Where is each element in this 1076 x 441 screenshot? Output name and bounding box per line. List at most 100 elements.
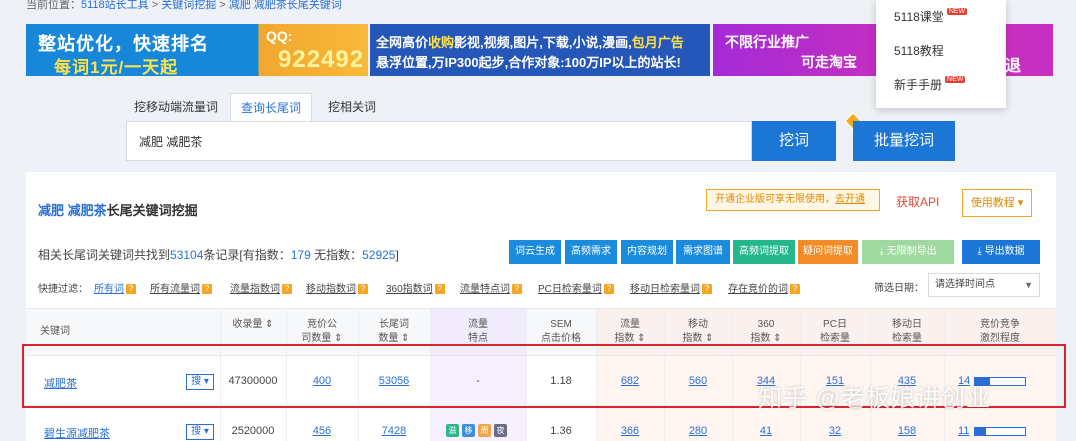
breadcrumb-item-tools[interactable]: 5118站长工具: [81, 0, 149, 11]
action-label: 疑问词提取: [803, 246, 853, 257]
filter-label-text: 所有词: [94, 284, 124, 295]
promo-text: 开通企业版可享无限使用，: [715, 194, 835, 205]
filter-label-text: 流量特点词: [460, 284, 510, 295]
th-line1: 流量: [620, 319, 640, 330]
filter-label: 快捷过滤：: [38, 284, 88, 295]
ad-banner-purchase[interactable]: 全网高价收购影视,视频,图片,下载,小说,漫画,包月广告 悬浮位置,万IP300…: [370, 24, 710, 76]
mobile-index-link[interactable]: 280: [664, 425, 732, 437]
panel-title: 减肥 减肥茶长尾关键词挖掘: [38, 200, 198, 219]
help-icon[interactable]: ?: [790, 284, 800, 295]
help-icon[interactable]: ?: [358, 284, 368, 295]
th-line1: SEM: [550, 319, 572, 330]
ad-seo-qq-number: 922492: [278, 46, 365, 73]
batch-dig-button[interactable]: 批量挖词: [853, 121, 955, 161]
ad-purchase-text-b: 影视,视频,图片,下载,小说,漫画,: [454, 35, 632, 50]
th-line1: 收录量 ⇕: [232, 319, 274, 330]
filter-traffic-feature[interactable]: 流量特点词?: [460, 280, 522, 295]
breadcrumb-item-keyword-mining[interactable]: 关键词挖掘: [161, 0, 216, 11]
action-label: 无限制导出: [886, 246, 937, 257]
high-freq-extract-button[interactable]: 高频词提取: [733, 240, 795, 264]
date-select[interactable]: 请选择时间点 ▼: [928, 273, 1040, 297]
mobile-daily-link[interactable]: 158: [870, 425, 944, 437]
high-freq-demand-button[interactable]: 高频需求: [565, 240, 617, 264]
th-line1: 竞价竞争: [980, 319, 1020, 330]
help-icon[interactable]: ?: [603, 284, 614, 295]
ad-seo-line2: 每词1元/一天起: [54, 58, 179, 76]
tab-mobile-traffic[interactable]: 挖移动端流量词: [134, 93, 218, 121]
help-icon[interactable]: ?: [512, 284, 522, 295]
menu-item-handbook[interactable]: 新手手册 NEW: [894, 76, 966, 93]
filter-traffic-index[interactable]: 流量指数词?: [230, 280, 292, 295]
filter-mobile-daily[interactable]: 移动日检索量词?: [630, 280, 712, 295]
traffic-tag: 移: [462, 424, 475, 437]
th-line1: 流量: [468, 319, 488, 330]
filter-has-bid[interactable]: 存在竞价的词?: [728, 280, 800, 295]
action-label: 高频词提取: [739, 246, 789, 257]
traffic-index-link[interactable]: 366: [596, 425, 664, 437]
th-line1: 移动: [688, 319, 708, 330]
action-label: 需求图谱: [683, 246, 723, 257]
tab-related-words[interactable]: 挖相关词: [328, 93, 376, 121]
competition-bar: [974, 427, 1026, 436]
bid-companies-link[interactable]: 456: [286, 425, 358, 437]
keyword-link[interactable]: 碧生源减肥茶: [44, 425, 110, 441]
action-label: 高频需求: [571, 246, 611, 257]
help-icon[interactable]: ?: [126, 284, 136, 295]
count-total: 53104: [170, 248, 204, 262]
action-label: 词云生成: [515, 246, 555, 257]
search-input[interactable]: [139, 134, 739, 148]
question-extract-button[interactable]: 疑问词提取: [798, 240, 858, 264]
promo-open-link[interactable]: 去开通: [835, 194, 865, 205]
new-badge: NEW: [946, 8, 968, 15]
indexed-count: 2520000: [231, 425, 275, 437]
th-line1: PC日: [823, 319, 847, 330]
menu-item-classroom[interactable]: 5118课堂 NEW: [894, 8, 968, 25]
usage-tutorial-button[interactable]: 使用教程 ▾: [962, 189, 1032, 217]
dig-button[interactable]: 挖词: [752, 121, 836, 161]
caret-down-icon: ▾: [201, 426, 209, 437]
ad-promotion-line2: 可走淘宝: [801, 54, 857, 70]
filter-mobile-index[interactable]: 移动指数词?: [306, 280, 368, 295]
ad-seo-qq-label: QQ:: [266, 28, 293, 44]
help-icon[interactable]: ?: [282, 284, 292, 295]
date-select-value: 请选择时间点: [935, 279, 995, 290]
search-dropdown-button[interactable]: 搜 ▾: [186, 424, 214, 440]
count-index: 179: [290, 248, 311, 262]
sem-price: 1.36: [550, 425, 572, 437]
breadcrumb-item-current[interactable]: 减肥 减肥茶长尾关键词: [229, 0, 342, 11]
filter-all[interactable]: 所有词?: [94, 280, 136, 295]
demand-graph-button[interactable]: 需求图谱: [676, 240, 730, 264]
th-line1: 移动日: [892, 319, 922, 330]
search-label: 搜: [191, 426, 202, 437]
filter-360-index[interactable]: 360指数词?: [386, 280, 445, 295]
word-cloud-button[interactable]: 词云生成: [509, 240, 561, 264]
menu-item-tutorial[interactable]: 5118教程: [894, 42, 944, 59]
content-plan-button[interactable]: 内容规划: [621, 240, 673, 264]
caret-down-icon: ▾: [1017, 197, 1024, 209]
tab-long-tail[interactable]: 查询长尾词: [230, 93, 313, 121]
ad-purchase-line2: 悬浮位置,万IP300起步,合作对象:100万IP以上的站长!: [376, 55, 681, 70]
help-icon[interactable]: ?: [202, 284, 212, 295]
breadcrumb-sep: >: [148, 0, 162, 11]
help-dropdown-menu: 5118课堂 NEW 5118教程 新手手册 NEW: [876, 0, 1006, 108]
get-api-link[interactable]: 获取API: [896, 193, 939, 210]
help-icon[interactable]: ?: [434, 284, 445, 295]
pc-daily-link[interactable]: 32: [800, 425, 870, 437]
ad-banner-seo[interactable]: 整站优化，快速排名 每词1元/一天起 QQ: 922492: [26, 24, 368, 76]
long-tail-link[interactable]: 7428: [358, 425, 430, 437]
filter-label-text: 所有流量词: [150, 284, 200, 295]
help-icon[interactable]: ?: [702, 284, 712, 295]
filter-all-traffic[interactable]: 所有流量词?: [150, 280, 212, 295]
panel-title-suffix: 长尾关键词挖掘: [106, 203, 198, 218]
filter-pc-daily[interactable]: PC日检索量词?: [538, 280, 614, 295]
unlimited-export-button[interactable]: ⤓ 无限制导出: [862, 240, 954, 264]
competition-link[interactable]: 11: [958, 425, 969, 437]
filter-label-text: 360指数词: [386, 284, 433, 295]
th-line1: 竞价公: [307, 319, 337, 330]
count-suffix: ]: [395, 248, 399, 262]
usage-tutorial-label: 使用教程: [970, 197, 1015, 209]
index-360-link[interactable]: 41: [732, 425, 800, 437]
count-mid: 条记录[有指数：: [203, 248, 291, 262]
th-line1: 关键词: [40, 326, 70, 337]
export-data-button[interactable]: ⤓ 导出数据: [962, 240, 1040, 264]
